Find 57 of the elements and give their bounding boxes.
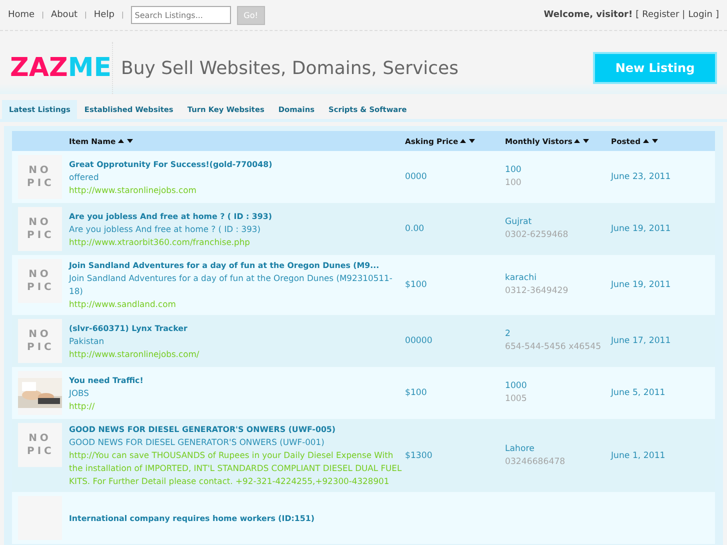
welcome-text: Welcome, visitor! bbox=[544, 10, 633, 20]
tagline: Buy Sell Websites, Domains, Services bbox=[121, 58, 458, 78]
price: $100 bbox=[405, 388, 428, 398]
visitors: 100 bbox=[505, 164, 522, 177]
posted-date: June 19, 2011 bbox=[611, 224, 672, 234]
contact: 0302-6259468 bbox=[505, 229, 570, 242]
contact: 100 bbox=[505, 177, 522, 190]
listing-description: GOOD NEWS FOR DIESEL GENERATOR'S ONWERS (UWF-001) bbox=[69, 436, 326, 449]
contact: 0312-3649429 bbox=[505, 285, 570, 298]
price: 0.00 bbox=[405, 224, 426, 234]
posted-date: June 5, 2011 bbox=[611, 388, 666, 398]
no-pic-text: NO PIC bbox=[27, 164, 53, 190]
posted-date: June 23, 2011 bbox=[611, 172, 672, 182]
bracket: ] bbox=[715, 10, 719, 20]
visitors: Gujrat bbox=[505, 216, 533, 229]
price: 0000 bbox=[405, 172, 428, 182]
no-pic-text: NO PIC bbox=[27, 432, 53, 458]
visitors: 2 bbox=[505, 328, 512, 341]
nav-link[interactable]: Help bbox=[94, 10, 114, 20]
visitors: Lahore bbox=[505, 442, 536, 456]
price: $100 bbox=[405, 280, 428, 290]
contact: 03246686478 bbox=[505, 456, 566, 468]
sort-icon[interactable] bbox=[460, 138, 476, 144]
posted-date: June 19, 2011 bbox=[611, 280, 672, 290]
no-pic-text: NO PIC bbox=[27, 268, 53, 294]
posted-date: June 17, 2011 bbox=[611, 336, 672, 346]
price: $1300 bbox=[405, 450, 434, 460]
sort-icon[interactable] bbox=[642, 138, 658, 144]
listing-description: Pakistan bbox=[69, 334, 106, 348]
search-field[interactable]: Search Listings... bbox=[130, 6, 231, 24]
logo[interactable]: ZAZME bbox=[0, 42, 113, 94]
sort-icon[interactable] bbox=[574, 138, 590, 144]
listing-description: Join Sandland Adventures for a day of fun at the Oregon Dunes (M92310511-18) bbox=[69, 272, 394, 298]
contact: 1005 bbox=[505, 393, 528, 406]
listing-url: http:// bbox=[69, 400, 96, 412]
separator: | bbox=[682, 10, 686, 20]
no-pic-text: NO PIC bbox=[27, 216, 53, 242]
no-pic-text: NO PIC bbox=[27, 328, 53, 354]
listing-description: Are you jobless And free at home ? ( ID : 393) bbox=[69, 222, 262, 236]
price: 00000 bbox=[405, 336, 434, 346]
contact: 654-544-5456 x46545 bbox=[505, 341, 602, 354]
account-link[interactable]: Login bbox=[688, 10, 712, 20]
listing-url: http://www.sandland.com bbox=[69, 298, 177, 311]
listing-url: http://You can save THOUSANDS of Rupees in your Daily Diesel Expense With the installation of IMPORTED, INT'L STANDARDS COMPLIANT DIESEL DUAL FUEL KITS. For Further Detail please contact. +92-321-4224255,+92300-4328901 bbox=[69, 449, 403, 488]
visitors: 1000 bbox=[505, 380, 528, 393]
nav-link[interactable]: Home bbox=[8, 10, 35, 20]
bracket: [ bbox=[636, 10, 640, 20]
visitors: karachi bbox=[505, 272, 538, 285]
sort-icon[interactable] bbox=[118, 138, 133, 144]
listing-url: http://www.staronlinejobs.com/ bbox=[69, 348, 200, 360]
listing-description: offered bbox=[69, 170, 100, 184]
account-link[interactable]: Register bbox=[642, 10, 680, 20]
listing-description: JOBS bbox=[69, 386, 90, 400]
listing-url: http://www.xtraorbit360.com/franchise.php bbox=[69, 236, 251, 248]
posted-date: June 1, 2011 bbox=[611, 450, 666, 460]
listing-url: http://www.staronlinejobs.com bbox=[69, 184, 198, 196]
nav-link[interactable]: About bbox=[50, 10, 78, 20]
